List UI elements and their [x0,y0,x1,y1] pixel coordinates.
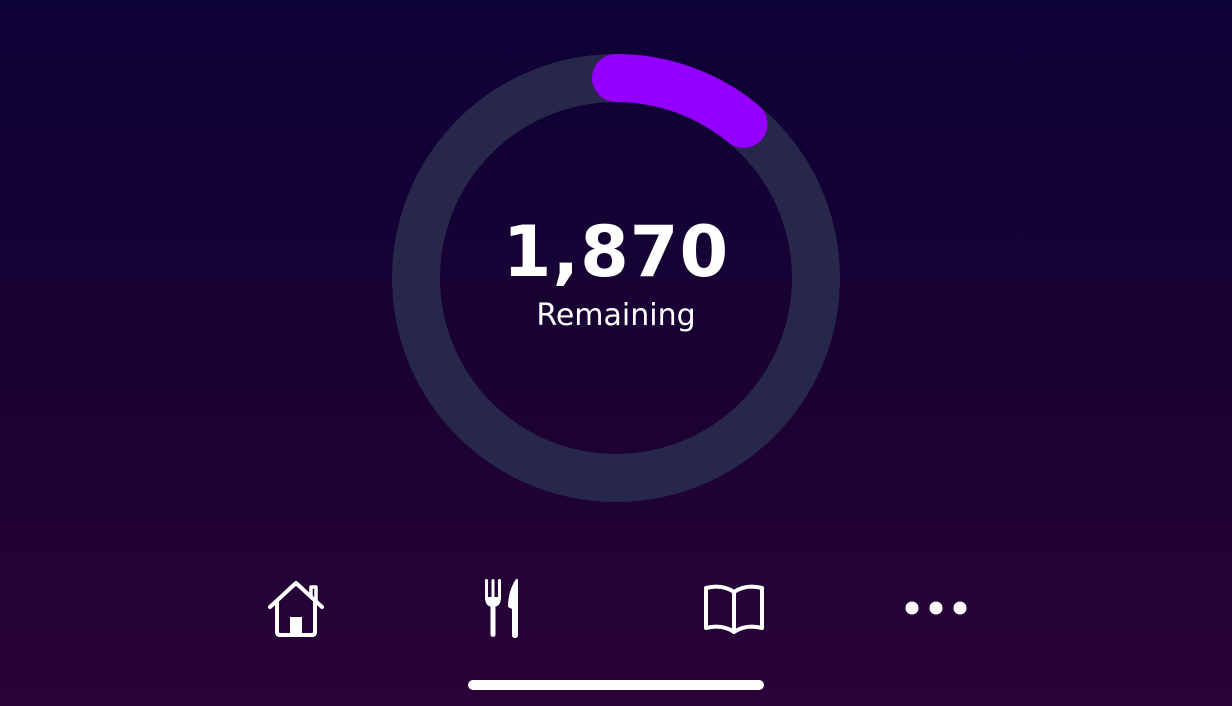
tab-food[interactable] [462,570,538,646]
calorie-progress-ring: 1,870 Remaining [392,54,840,502]
fork-knife-icon [485,578,518,638]
home-indicator[interactable] [468,680,764,690]
book-icon [704,584,764,634]
tab-bar [0,570,1232,646]
more-icon [905,601,967,615]
tab-journal[interactable] [696,570,772,646]
remaining-label: Remaining [536,298,696,333]
ring-center: 1,870 Remaining [392,54,840,502]
home-icon [268,581,324,637]
tab-home[interactable] [258,570,334,646]
tab-more[interactable] [898,570,974,646]
remaining-value: 1,870 [502,211,730,293]
